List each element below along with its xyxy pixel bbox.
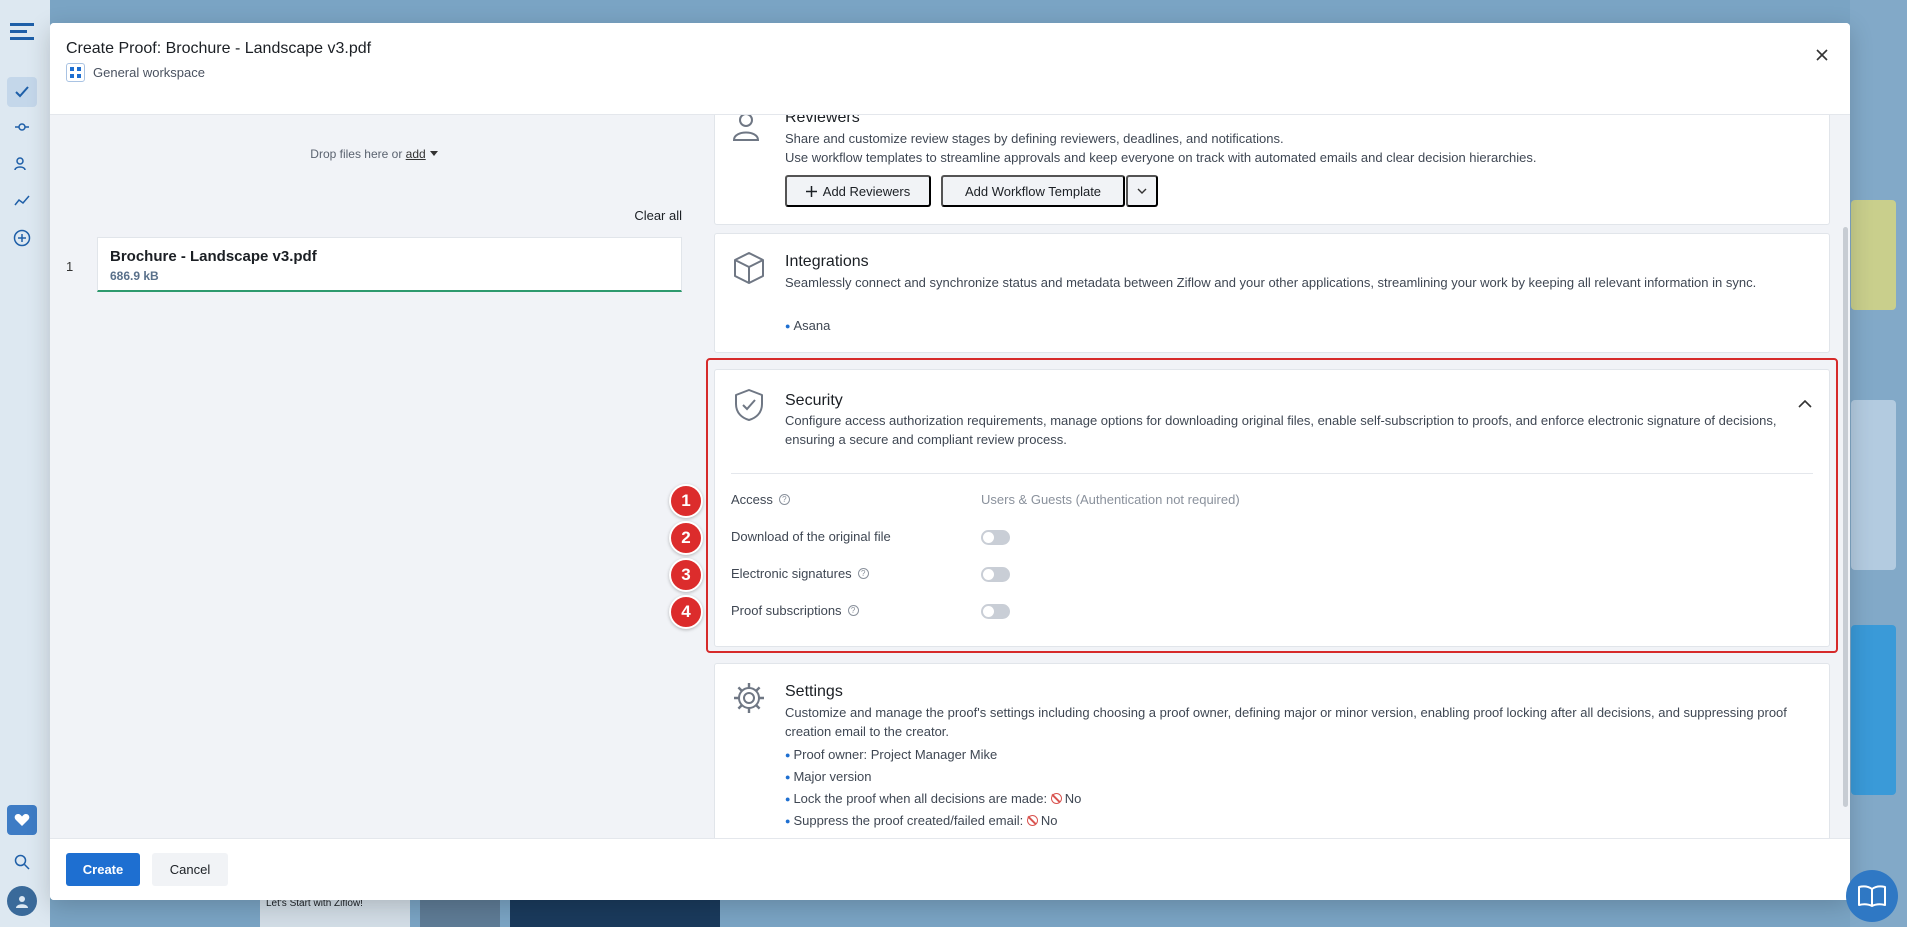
suppress-label: Suppress the proof created/failed email: — [793, 813, 1024, 828]
box-icon — [731, 250, 767, 286]
integrations-title: Integrations — [785, 253, 869, 270]
app-sidebar — [0, 0, 50, 927]
download-label-row: Download of the original file — [731, 529, 891, 544]
security-divider — [731, 473, 1813, 474]
reviewers-title: Reviewers — [785, 115, 860, 126]
security-section: Security Configure access authorization … — [714, 369, 1830, 647]
create-button[interactable]: Create — [66, 853, 140, 886]
menu-icon[interactable] — [10, 20, 34, 44]
settings-version: Major version — [785, 766, 1081, 788]
prohibited-icon — [1050, 793, 1062, 804]
modal-footer: Create Cancel — [50, 838, 1850, 900]
integrations-section: Integrations Seamlessly connect and sync… — [714, 233, 1830, 353]
esign-label-row: Electronic signatures ? — [731, 566, 869, 581]
gear-icon — [731, 680, 767, 716]
settings-suppress: Suppress the proof created/failed email:… — [785, 810, 1081, 832]
modal-title: Create Proof: Brochure - Landscape v3.pd… — [66, 40, 372, 57]
annotation-badge: 3 — [669, 558, 703, 592]
background-card — [1851, 625, 1896, 795]
access-value: Users & Guests (Authentication not requi… — [981, 492, 1240, 507]
add-reviewers-label: Add Reviewers — [822, 183, 911, 199]
access-label: Access — [731, 492, 773, 507]
help-icon[interactable]: ? — [778, 494, 790, 505]
security-title: Security — [785, 392, 843, 409]
drop-zone[interactable]: Drop files here or add — [50, 147, 698, 161]
suppress-value: No — [1040, 813, 1058, 828]
create-nav-icon[interactable] — [10, 226, 34, 250]
close-icon — [1816, 49, 1828, 61]
reviewers-section: Reviewers Share and customize review sta… — [714, 115, 1830, 225]
settings-title: Settings — [785, 683, 843, 700]
annotation-badge: 2 — [669, 521, 703, 555]
upload-pane: Drop files here or add Clear all 1 Broch… — [50, 115, 698, 838]
chevron-down-icon — [1137, 188, 1147, 194]
integration-item: Asana — [785, 315, 830, 337]
reviewers-desc-1: Share and customize review stages by def… — [785, 131, 1284, 146]
security-desc: Configure access authorization requireme… — [785, 413, 1777, 447]
file-card[interactable]: Brochure - Landscape v3.pdf 686.9 kB — [97, 237, 682, 292]
reviewers-icon — [731, 115, 767, 146]
add-workflow-template-button[interactable]: Add Workflow Template — [941, 175, 1125, 207]
cancel-button[interactable]: Cancel — [152, 853, 228, 886]
settings-desc: Customize and manage the proof's setting… — [785, 705, 1787, 739]
electronic-signatures-toggle[interactable] — [981, 567, 1010, 582]
proofs-nav-icon[interactable] — [7, 77, 37, 107]
file-size: 686.9 kB — [110, 269, 159, 283]
settings-owner: Proof owner: Project Manager Mike — [785, 744, 1081, 766]
prohibited-icon — [1026, 815, 1038, 826]
scrollbar[interactable] — [1843, 227, 1848, 807]
download-label: Download of the original file — [731, 529, 891, 544]
create-proof-modal: Create Proof: Brochure - Landscape v3.pd… — [50, 23, 1850, 900]
collapse-section-button[interactable] — [1795, 394, 1815, 414]
lock-label: Lock the proof when all decisions are ma… — [793, 791, 1048, 806]
subscriptions-label: Proof subscriptions — [731, 603, 842, 618]
users-nav-icon[interactable] — [10, 152, 34, 176]
modal-header: Create Proof: Brochure - Landscape v3.pd… — [50, 23, 1850, 115]
workspace-icon — [66, 63, 85, 82]
settings-lock: Lock the proof when all decisions are ma… — [785, 788, 1081, 810]
download-original-toggle[interactable] — [981, 530, 1010, 545]
close-button[interactable] — [1810, 43, 1834, 67]
help-icon[interactable]: ? — [847, 605, 859, 616]
avatar[interactable] — [7, 886, 37, 916]
background-card — [1851, 400, 1896, 570]
annotation-badge: 1 — [669, 484, 703, 518]
help-center-button[interactable] — [1846, 870, 1898, 922]
add-workflow-label: Add Workflow Template — [964, 183, 1102, 199]
workflow-template-dropdown[interactable] — [1126, 175, 1158, 207]
add-dropdown-caret-icon[interactable] — [429, 151, 438, 156]
reviewers-desc-2: Use workflow templates to streamline app… — [785, 150, 1537, 165]
favorites-icon[interactable] — [7, 805, 37, 835]
integrations-list: Asana — [785, 315, 830, 337]
drop-text: Drop files here or — [310, 147, 403, 161]
plus-icon — [805, 185, 817, 197]
workspace-name: General workspace — [93, 65, 205, 80]
search-icon[interactable] — [10, 850, 34, 874]
subscriptions-label-row: Proof subscriptions ? — [731, 603, 859, 618]
reports-nav-icon[interactable] — [10, 189, 34, 213]
help-icon[interactable]: ? — [857, 568, 869, 579]
esign-label: Electronic signatures — [731, 566, 852, 581]
annotation-badge: 4 — [669, 595, 703, 629]
workspace-row: General workspace — [66, 63, 205, 82]
shield-check-icon — [731, 387, 767, 423]
add-files-link[interactable]: add — [406, 147, 426, 161]
workflow-nav-icon[interactable] — [10, 115, 34, 139]
access-label-row: Access ? — [731, 492, 790, 507]
proof-subscriptions-toggle[interactable] — [981, 604, 1010, 619]
add-reviewers-button[interactable]: Add Reviewers — [785, 175, 931, 207]
settings-list: Proof owner: Project Manager Mike Major … — [785, 744, 1081, 832]
integrations-desc: Seamlessly connect and synchronize statu… — [785, 275, 1757, 290]
clear-all-button[interactable]: Clear all — [634, 208, 682, 223]
options-pane: Reviewers Share and customize review sta… — [698, 115, 1850, 838]
book-icon — [1858, 885, 1886, 907]
chevron-up-icon — [1798, 400, 1812, 408]
settings-section: Settings Customize and manage the proof'… — [714, 663, 1830, 838]
background-card — [1851, 200, 1896, 310]
lock-value: No — [1064, 791, 1082, 806]
file-name: Brochure - Landscape v3.pdf — [110, 248, 317, 265]
file-index: 1 — [66, 259, 74, 274]
